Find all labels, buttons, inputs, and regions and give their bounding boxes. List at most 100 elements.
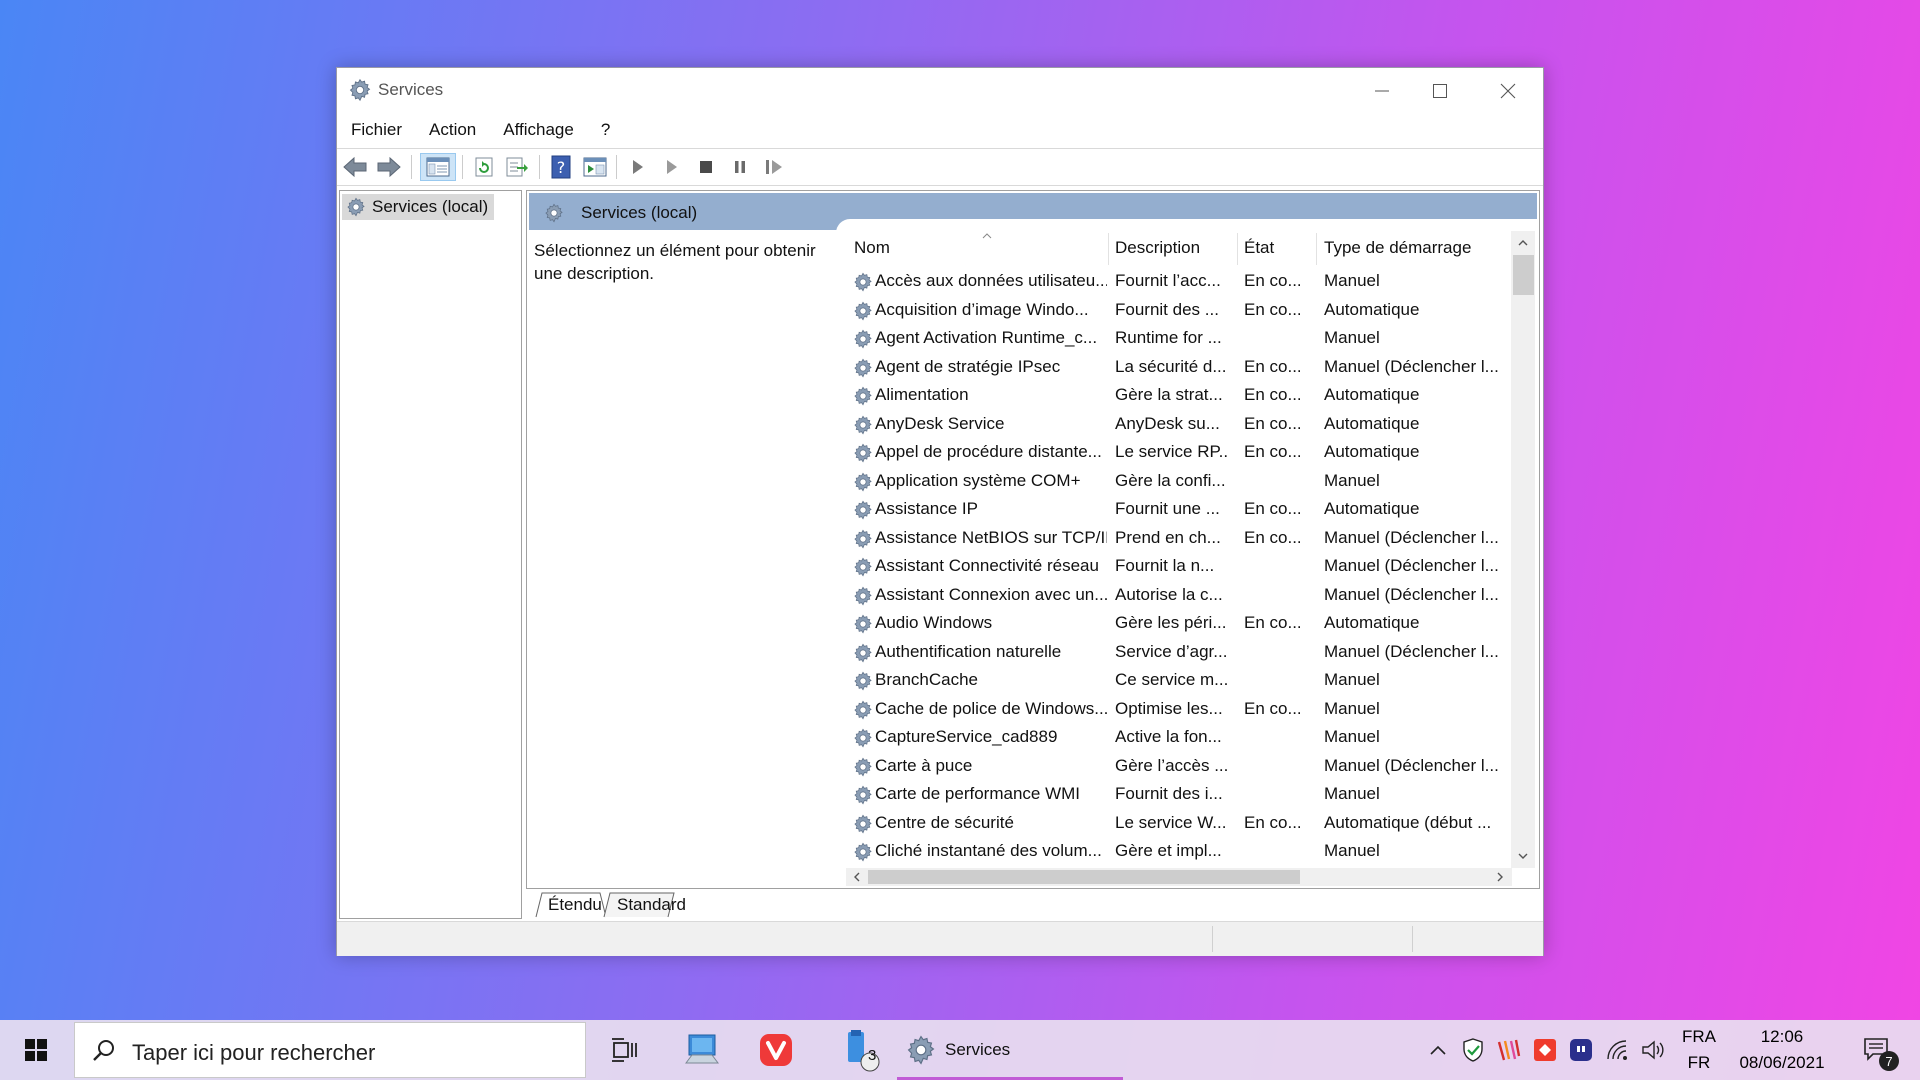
taskbar-app-services[interactable]: Services: [899, 1020, 1123, 1080]
service-description: La sécurité d...: [1115, 356, 1227, 376]
pause-icon: [735, 161, 745, 173]
table-row[interactable]: Authentification naturelle Service d’agr.…: [846, 638, 1512, 667]
sort-ascending-icon: [982, 233, 992, 239]
table-row[interactable]: Alimentation Gère la strat... En co... Auto…: [846, 381, 1512, 410]
table-row[interactable]: Assistance NetBIOS sur TCP/IP Prend en ch…: [846, 524, 1512, 553]
start-service-alt-button[interactable]: [658, 153, 686, 181]
service-name: BranchCache: [875, 670, 979, 689]
chevron-up-icon: [1430, 1045, 1446, 1055]
table-row[interactable]: Application système COM+ Gère la confi...…: [846, 467, 1512, 496]
horizontal-scrollbar[interactable]: [846, 868, 1512, 886]
service-startup-type: Manuel: [1324, 698, 1380, 718]
column-header-name[interactable]: Nom: [854, 231, 890, 265]
properties-button[interactable]: [581, 153, 609, 181]
start-button[interactable]: [0, 1020, 72, 1080]
window-title: Services: [378, 80, 444, 99]
service-startup-type: Automatique (début ...: [1324, 812, 1492, 832]
vertical-scroll-thumb[interactable]: [1513, 255, 1534, 295]
taskbar-app-vivaldi[interactable]: [748, 1020, 804, 1080]
help-button[interactable]: ?: [547, 153, 575, 181]
scroll-right-icon[interactable]: [1496, 872, 1504, 882]
table-row[interactable]: BranchCache Ce service m... Manuel: [846, 666, 1512, 695]
back-button[interactable]: [341, 153, 369, 181]
pause-service-button[interactable]: [726, 153, 754, 181]
services-gear-icon: [543, 202, 565, 224]
table-row[interactable]: CaptureService_cad889 Active la fon... Man…: [846, 723, 1512, 752]
tab-standard[interactable]: Standard: [617, 895, 686, 915]
tray-volume-icon[interactable]: [1638, 1020, 1668, 1080]
task-view-button[interactable]: [596, 1020, 652, 1080]
horizontal-scroll-thumb[interactable]: [868, 870, 1300, 884]
table-row[interactable]: Agent de stratégie IPsec La sécurité d...…: [846, 353, 1512, 382]
service-gear-icon: [852, 727, 874, 749]
table-row[interactable]: Carte de performance WMI Fournit des i...…: [846, 780, 1512, 809]
column-header-description[interactable]: Description: [1115, 231, 1200, 265]
table-row[interactable]: Cliché instantané des volum... Gère et im…: [846, 837, 1512, 866]
title-bar[interactable]: Services: [337, 68, 1543, 114]
table-row[interactable]: AnyDesk Service AnyDesk su... En co... Auto…: [846, 410, 1512, 439]
service-name: Assistant Connexion avec un...: [875, 584, 1107, 604]
tray-clock[interactable]: 12:06 08/06/2021: [1728, 1020, 1836, 1080]
tab-etendu[interactable]: Étendu: [548, 895, 602, 915]
menu-fichier[interactable]: Fichier: [337, 116, 415, 144]
tray-app-anydesk[interactable]: [1530, 1020, 1560, 1080]
table-row[interactable]: Assistant Connectivité réseau Fournit la …: [846, 552, 1512, 581]
export-list-icon: [506, 157, 528, 177]
tray-app-winrar[interactable]: [1494, 1020, 1524, 1080]
export-list-button[interactable]: [503, 153, 531, 181]
tree-item-services-local[interactable]: Services (local): [342, 194, 495, 220]
service-name: Carte de performance WMI: [875, 784, 1081, 803]
table-row[interactable]: Cache de police de Windows... Optimise le…: [846, 695, 1512, 724]
vertical-scrollbar[interactable]: [1511, 231, 1535, 868]
table-row[interactable]: Centre de sécurité Le service W... En co..…: [846, 809, 1512, 838]
column-header-state[interactable]: État: [1244, 231, 1274, 265]
service-gear-icon: [852, 613, 874, 635]
restart-service-button[interactable]: [760, 153, 788, 181]
table-row[interactable]: Carte à puce Gère l’accès ... Manuel (Décl…: [846, 752, 1512, 781]
maximize-button[interactable]: [1405, 68, 1475, 114]
table-row[interactable]: Appel de procédure distante... Le service…: [846, 438, 1512, 467]
play-icon: [633, 160, 643, 174]
show-hide-console-tree-button[interactable]: [420, 153, 456, 181]
tray-network-icon[interactable]: [1602, 1020, 1632, 1080]
menu-affichage[interactable]: Affichage: [489, 116, 587, 144]
tray-security-icon[interactable]: [1458, 1020, 1488, 1080]
scroll-down-icon[interactable]: [1517, 851, 1529, 861]
service-gear-icon: [852, 642, 874, 664]
column-header-startup-type[interactable]: Type de démarrage: [1324, 231, 1471, 265]
tray-app-messenger[interactable]: [1566, 1020, 1596, 1080]
menu-bar: Fichier Action Affichage ?: [337, 116, 1543, 144]
taskbar-search-box[interactable]: Taper ici pour rechercher: [74, 1022, 586, 1078]
forward-arrow-icon: [377, 156, 401, 178]
table-row[interactable]: Accès aux données utilisateu... Fournit l…: [846, 267, 1512, 296]
scroll-up-icon[interactable]: [1517, 238, 1529, 248]
stop-service-button[interactable]: [692, 153, 720, 181]
service-startup-type: Manuel: [1324, 670, 1380, 689]
taskbar-app-file-explorer[interactable]: 3: [828, 1020, 892, 1080]
close-button[interactable]: [1473, 68, 1543, 114]
tray-language[interactable]: FRA FR: [1676, 1020, 1722, 1080]
forward-button[interactable]: [375, 153, 403, 181]
menu-action[interactable]: Action: [415, 116, 489, 144]
service-name: Agent Activation Runtime_c...: [875, 328, 1098, 347]
table-row[interactable]: Audio Windows Gère les péri... En co... Aut…: [846, 609, 1512, 638]
show-hidden-icons-button[interactable]: [1424, 1020, 1452, 1080]
scroll-left-icon[interactable]: [853, 872, 861, 882]
table-row[interactable]: Acquisition d’image Windo... Fournit des …: [846, 296, 1512, 325]
action-center-button[interactable]: 7: [1852, 1020, 1902, 1080]
services-window: Services Fichier Action Affichage ? ? Se…: [336, 67, 1544, 956]
play-outline-icon: [667, 160, 677, 174]
service-startup-type: Automatique: [1324, 613, 1420, 632]
table-row[interactable]: Agent Activation Runtime_c... Runtime for…: [846, 324, 1512, 353]
service-startup-type: Automatique: [1324, 442, 1420, 461]
table-row[interactable]: Assistance IP Fournit une ... En co... Auto…: [846, 495, 1512, 524]
table-row[interactable]: Assistant Connexion avec un... Autorise l…: [846, 581, 1512, 610]
service-description: Gère la confi...: [1115, 470, 1226, 490]
menu-help[interactable]: ?: [587, 116, 623, 144]
service-description: Service d’agr...: [1115, 641, 1227, 661]
taskbar-app-this-pc[interactable]: [674, 1020, 730, 1080]
restart-icon: [766, 160, 782, 174]
start-service-button[interactable]: [624, 153, 652, 181]
refresh-button[interactable]: [470, 153, 498, 181]
toolbar: ?: [337, 148, 1543, 186]
